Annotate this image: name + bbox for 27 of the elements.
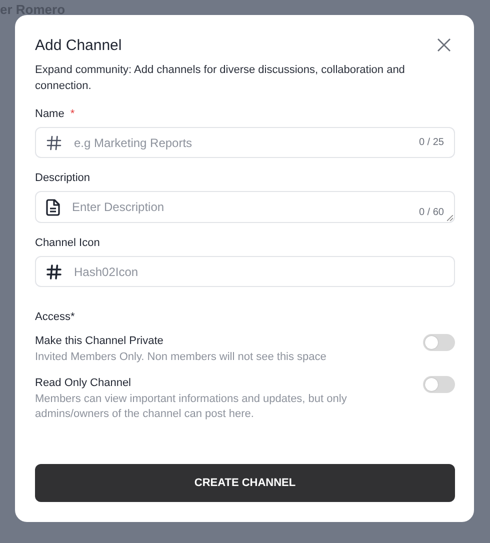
character-counter: 0 / 60: [418, 206, 444, 218]
description-input[interactable]: Enter Description: [72, 199, 407, 215]
dialog-subtitle: Expand community: Add channels for diverse discussions, collaboration and connection.: [35, 63, 406, 94]
option-description: Invited Members Only. Non members will not see this space: [35, 350, 326, 365]
hash-icon: [46, 134, 62, 150]
toggle-switch[interactable]: [423, 376, 455, 393]
field-label: Name: [35, 108, 64, 120]
name-field[interactable]: e.g Marketing Reports 0 / 25: [35, 127, 455, 158]
create-channel-button[interactable]: CREATE CHANNEL: [35, 464, 455, 502]
channel-icon-input[interactable]: Hash02Icon: [74, 264, 444, 278]
required-asterisk: *: [70, 108, 75, 120]
hash-icon: [46, 264, 62, 280]
description-field[interactable]: Enter Description 0 / 60: [35, 191, 455, 223]
dialog-title: Add Channel: [35, 37, 122, 54]
field-label: Channel Icon: [35, 237, 100, 249]
resize-handle-icon[interactable]: [447, 215, 453, 221]
option-title: Make this Channel Private: [35, 335, 164, 347]
access-label: Access*: [35, 311, 76, 323]
option-title: Read Only Channel: [35, 377, 132, 389]
option-description: Members can view important informations and updates, but only admins/owners of the channel can post here.: [35, 392, 348, 422]
name-input[interactable]: e.g Marketing Reports: [74, 136, 407, 150]
field-label: Description: [35, 172, 90, 184]
close-button[interactable]: [437, 38, 451, 52]
document-icon: [46, 198, 60, 216]
character-counter: 0 / 25: [418, 137, 444, 148]
channel-icon-field[interactable]: Hash02Icon: [35, 256, 455, 287]
toggle-switch[interactable]: [423, 334, 455, 351]
